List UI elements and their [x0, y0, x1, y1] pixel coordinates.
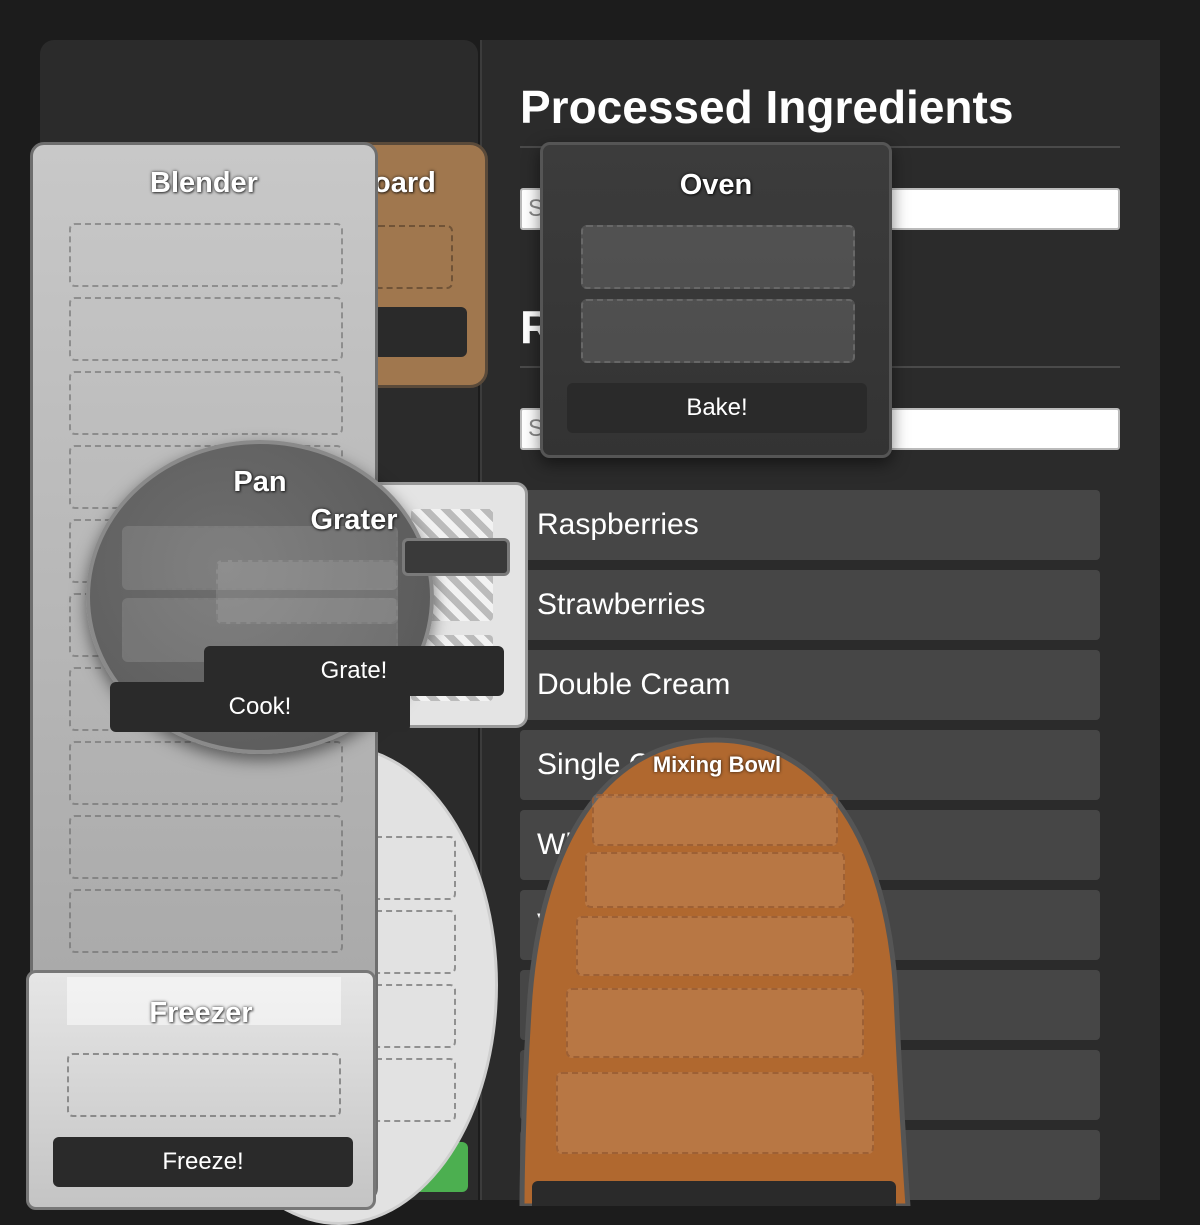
round-tool-slot[interactable] — [370, 910, 456, 974]
mix-button[interactable] — [532, 1181, 896, 1206]
blender-title: Blender — [150, 167, 258, 199]
oven-tool[interactable]: Oven Bake! — [540, 142, 892, 458]
ingredient-item-raspberries[interactable]: Raspberries — [520, 490, 1100, 560]
round-tool-slot[interactable] — [370, 836, 456, 900]
bake-button[interactable]: Bake! — [567, 383, 867, 433]
cook-button[interactable]: Cook! — [110, 682, 410, 732]
mixing-bowl-slot[interactable] — [592, 794, 838, 846]
freeze-button[interactable]: Freeze! — [53, 1137, 353, 1187]
blender-slot[interactable] — [69, 815, 343, 879]
ingredient-item-strawberries[interactable]: Strawberries — [520, 570, 1100, 640]
oven-slot[interactable] — [581, 225, 855, 289]
mixing-bowl-title: Mixing Bowl — [652, 752, 782, 777]
blender-slot[interactable] — [69, 889, 343, 953]
mixing-bowl-slot[interactable] — [585, 852, 845, 908]
round-tool-slot[interactable] — [370, 1058, 456, 1122]
blender-slot[interactable] — [69, 741, 343, 805]
grater-slot[interactable] — [216, 560, 398, 624]
oven-slot[interactable] — [581, 299, 855, 363]
chop-button[interactable] — [373, 307, 467, 357]
freezer-slot[interactable] — [67, 1053, 341, 1117]
grater-title: Grater — [310, 504, 398, 536]
blender-slot[interactable] — [69, 297, 343, 361]
round-tool-slot[interactable] — [370, 984, 456, 1048]
freezer-title: Freezer — [149, 997, 253, 1029]
pan-title: Pan — [233, 466, 287, 498]
processed-ingredients-heading: Processed Ingredients — [520, 81, 1014, 133]
oven-title: Oven — [679, 169, 753, 201]
blender-slot[interactable] — [69, 371, 343, 435]
freezer-tool[interactable]: Freezer Freeze! — [26, 970, 376, 1210]
mixing-bowl-slot[interactable] — [566, 988, 864, 1058]
blender-slot[interactable] — [69, 223, 343, 287]
chopping-board-slot[interactable] — [373, 225, 453, 289]
grater-handle[interactable] — [402, 538, 510, 576]
mixing-bowl-slot[interactable] — [556, 1072, 874, 1154]
ingredient-item-double-cream[interactable]: Double Cream — [520, 650, 1100, 720]
mixing-bowl-slot[interactable] — [576, 916, 854, 976]
